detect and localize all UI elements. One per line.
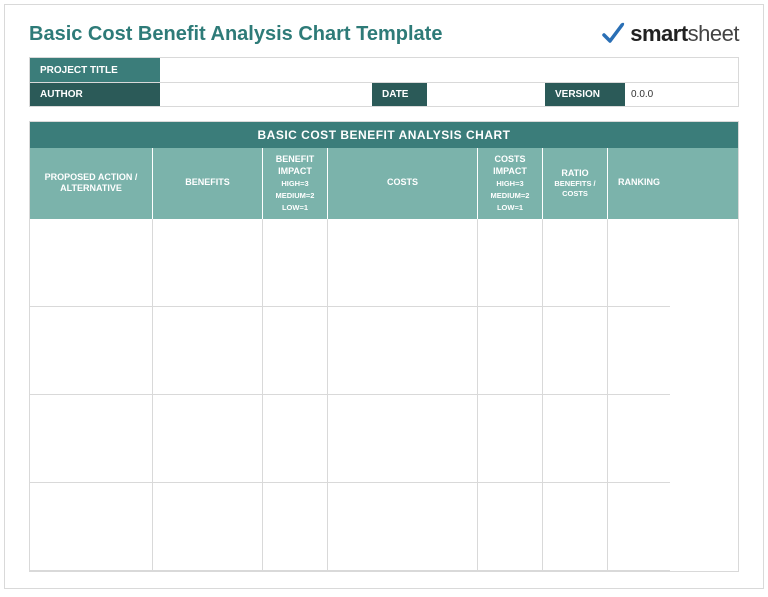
table-row (30, 219, 738, 307)
header: Basic Cost Benefit Analysis Chart Templa… (5, 5, 763, 57)
cell-action[interactable] (30, 483, 153, 571)
cell-benefit-impact[interactable] (263, 483, 328, 571)
cell-ratio[interactable] (543, 395, 608, 483)
version-label: VERSION (545, 83, 625, 106)
cell-ratio[interactable] (543, 219, 608, 307)
cell-costs-impact[interactable] (478, 219, 543, 307)
date-label: DATE (372, 83, 427, 106)
cell-benefit-impact[interactable] (263, 395, 328, 483)
col-benefit-impact: BENEFIT IMPACT HIGH=3 MEDIUM=2 LOW=1 (263, 148, 328, 219)
cell-ranking[interactable] (608, 395, 670, 483)
table-row (30, 395, 738, 483)
cell-ratio[interactable] (543, 483, 608, 571)
cell-action[interactable] (30, 395, 153, 483)
chart-title: BASIC COST BENEFIT ANALYSIS CHART (30, 122, 738, 148)
version-input[interactable]: 0.0.0 (625, 83, 738, 106)
chart-body (30, 219, 738, 571)
author-label: AUTHOR (30, 83, 160, 106)
date-input[interactable] (427, 83, 545, 106)
col-costs-impact: COSTS IMPACT HIGH=3 MEDIUM=2 LOW=1 (478, 148, 543, 219)
cell-benefits[interactable] (153, 307, 263, 395)
cell-costs[interactable] (328, 219, 478, 307)
table-row (30, 307, 738, 395)
cell-benefits[interactable] (153, 395, 263, 483)
cell-costs[interactable] (328, 395, 478, 483)
cell-costs[interactable] (328, 483, 478, 571)
cell-ratio[interactable] (543, 307, 608, 395)
table-row (30, 483, 738, 571)
project-title-label: PROJECT TITLE (30, 58, 160, 82)
cell-benefit-impact[interactable] (263, 307, 328, 395)
meta-row-details: AUTHOR DATE VERSION 0.0.0 (30, 82, 738, 106)
chart-header-row: PROPOSED ACTION / ALTERNATIVE BENEFITS B… (30, 148, 738, 219)
cell-costs-impact[interactable] (478, 395, 543, 483)
cell-benefit-impact[interactable] (263, 219, 328, 307)
cell-ranking[interactable] (608, 219, 670, 307)
meta-table: PROJECT TITLE AUTHOR DATE VERSION 0.0.0 (29, 57, 739, 107)
cell-benefits[interactable] (153, 219, 263, 307)
spreadsheet-template: Basic Cost Benefit Analysis Chart Templa… (4, 4, 764, 589)
project-title-input[interactable] (160, 58, 738, 82)
cell-ranking[interactable] (608, 483, 670, 571)
col-costs: COSTS (328, 148, 478, 219)
cell-action[interactable] (30, 219, 153, 307)
brand-name: smartsheet (630, 21, 739, 47)
col-ratio: RATIO BENEFITS / COSTS (543, 148, 608, 219)
meta-row-project: PROJECT TITLE (30, 58, 738, 82)
author-input[interactable] (160, 83, 372, 106)
checkmark-icon (600, 21, 626, 47)
cell-costs[interactable] (328, 307, 478, 395)
cell-benefits[interactable] (153, 483, 263, 571)
page-title: Basic Cost Benefit Analysis Chart Templa… (29, 23, 442, 46)
analysis-chart: BASIC COST BENEFIT ANALYSIS CHART PROPOS… (29, 121, 739, 572)
col-ranking: RANKING (608, 148, 670, 219)
cell-action[interactable] (30, 307, 153, 395)
cell-costs-impact[interactable] (478, 483, 543, 571)
brand-logo: smartsheet (600, 21, 739, 47)
cell-ranking[interactable] (608, 307, 670, 395)
col-action: PROPOSED ACTION / ALTERNATIVE (30, 148, 153, 219)
col-benefits: BENEFITS (153, 148, 263, 219)
cell-costs-impact[interactable] (478, 307, 543, 395)
